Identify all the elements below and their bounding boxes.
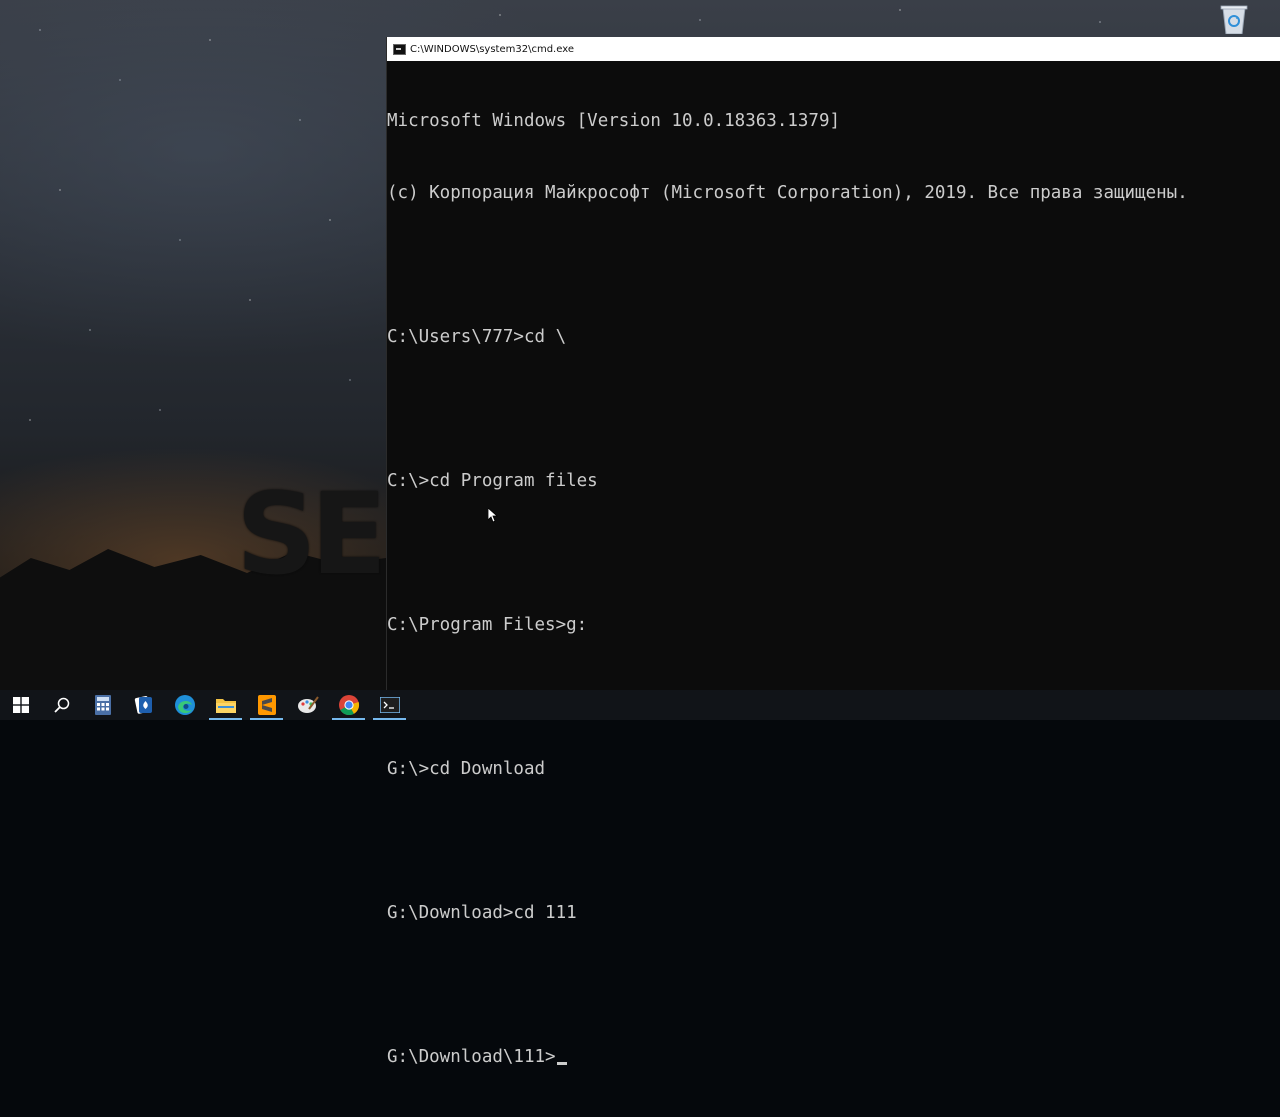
taskbar-search-button[interactable] (41, 690, 82, 720)
taskbar-app-chrome[interactable] (328, 690, 369, 720)
taskbar-app-file-explorer[interactable] (205, 690, 246, 720)
console-line: C:\Program Files>g: (387, 615, 588, 635)
taskbar-app-edge[interactable] (164, 690, 205, 720)
file-explorer-icon (215, 699, 236, 713)
console-line: (c) Корпорация Майкрософт (Microsoft Cor… (387, 183, 1188, 203)
window-title: C:\WINDOWS\system32\cmd.exe (410, 43, 574, 55)
taskbar-app-sublime-text[interactable] (246, 690, 287, 720)
solitaire-icon (134, 696, 152, 714)
chrome-icon (338, 695, 359, 716)
recycle-bin[interactable] (1212, 4, 1256, 38)
cmd-window-icon (393, 43, 406, 55)
console-prompt-line[interactable]: G:\Download\111> (387, 1045, 1280, 1069)
console-prompt: G:\Download\111> (387, 1047, 556, 1067)
paint-icon (297, 696, 319, 713)
windows-start-icon (12, 697, 29, 713)
recycle-bin-icon (1220, 5, 1248, 34)
cmd-icon (379, 697, 400, 713)
text-cursor (556, 1062, 567, 1065)
console-line: G:\Download>cd 111 (387, 903, 577, 923)
taskbar-app-calculator[interactable] (82, 690, 123, 720)
edge-icon (174, 695, 195, 715)
mouse-pointer-icon (488, 508, 498, 523)
title-bar[interactable]: C:\WINDOWS\system32\cmd.exe (387, 37, 1280, 61)
taskbar-app-cmd[interactable] (369, 690, 410, 720)
sublime-text-icon (257, 695, 276, 715)
console-line: C:\Users\777>cd \ (387, 327, 567, 347)
taskbar (0, 690, 1280, 720)
start-button[interactable] (0, 690, 41, 720)
calculator-icon (94, 695, 111, 715)
cmd-window[interactable]: C:\WINDOWS\system32\cmd.exe Microsoft Wi… (386, 37, 1280, 1067)
console-line: Microsoft Windows [Version 10.0.18363.13… (387, 111, 841, 131)
search-icon (53, 697, 69, 713)
console-output[interactable]: Microsoft Windows [Version 10.0.18363.13… (387, 61, 1280, 1117)
wallpaper-logo: SE (236, 470, 387, 600)
taskbar-app-solitaire[interactable] (123, 690, 164, 720)
console-line: G:\>cd Download (387, 759, 546, 779)
console-line: C:\>cd Program files (387, 471, 598, 491)
taskbar-app-paint[interactable] (287, 690, 328, 720)
